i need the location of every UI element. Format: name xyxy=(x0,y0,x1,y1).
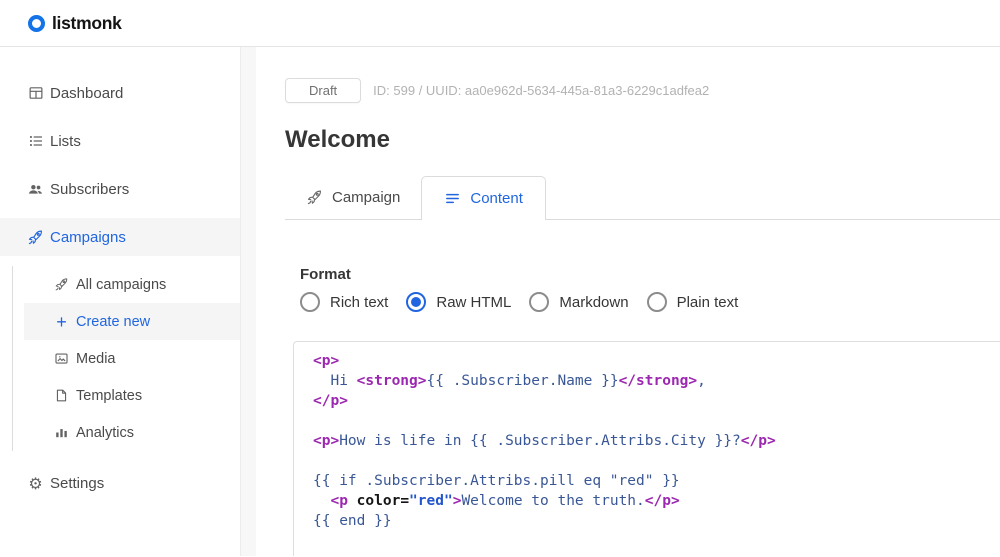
code-line: Hi <strong>{{ .Subscriber.Name }}</stron… xyxy=(313,371,1000,391)
rocket-icon xyxy=(306,189,323,206)
tab-content[interactable]: Content xyxy=(421,176,546,220)
sidebar-item-all-campaigns[interactable]: All campaigns xyxy=(24,266,240,303)
sidebar-item-label: Templates xyxy=(76,388,142,404)
text-icon xyxy=(444,190,461,207)
tab-label: Campaign xyxy=(332,189,400,206)
tab-bar: Campaign Content xyxy=(285,176,1000,220)
code-line: {{ if .Subscriber.Attribs.pill eq "red" … xyxy=(313,471,1000,491)
sidebar-item-label: Campaigns xyxy=(50,229,126,246)
format-block: Format Rich text Raw HTML Markdown xyxy=(293,266,1000,312)
sidebar-item-label: Subscribers xyxy=(50,181,129,198)
sidebar-item-campaigns[interactable]: Campaigns xyxy=(0,218,240,256)
radio-icon xyxy=(647,292,667,312)
code-line: {{ end }} xyxy=(313,511,1000,531)
radio-label: Raw HTML xyxy=(436,294,511,311)
rocket-icon xyxy=(27,229,44,246)
sidebar-item-settings[interactable]: ⚙ Settings xyxy=(0,464,240,502)
campaign-header: Draft ID: 599 / UUID: aa0e962d-5634-445a… xyxy=(285,78,1000,103)
logo-text: listmonk xyxy=(52,13,122,34)
format-radio-plain-text[interactable]: Plain text xyxy=(647,292,739,312)
sidebar-item-label: Create new xyxy=(76,314,150,330)
html-code-editor[interactable]: <p> Hi <strong>{{ .Subscriber.Name }}</s… xyxy=(293,341,1000,556)
code-area: <p> Hi <strong>{{ .Subscriber.Name }}</s… xyxy=(294,342,1000,540)
code-line xyxy=(313,451,1000,471)
content-tab-panel: Format Rich text Raw HTML Markdown xyxy=(293,266,1000,556)
plus-icon: + xyxy=(53,313,70,330)
topbar: listmonk xyxy=(0,0,1000,47)
radio-icon xyxy=(529,292,549,312)
code-line: <p> xyxy=(313,351,1000,371)
campaign-id-uuid: ID: 599 / UUID: aa0e962d-5634-445a-81a3-… xyxy=(373,83,709,98)
sidebar-item-lists[interactable]: Lists xyxy=(0,122,240,160)
image-icon xyxy=(53,350,70,367)
sidebar-item-create-new[interactable]: + Create new xyxy=(24,303,240,340)
format-label: Format xyxy=(300,266,1000,283)
sidebar-item-label: Analytics xyxy=(76,425,134,441)
code-line: </p> xyxy=(313,391,1000,411)
lists-icon xyxy=(27,133,44,150)
sidebar-item-label: Lists xyxy=(50,133,81,150)
main-content: Draft ID: 599 / UUID: aa0e962d-5634-445a… xyxy=(256,47,1000,556)
listmonk-logo-icon xyxy=(28,15,45,32)
subscribers-icon xyxy=(27,181,44,198)
code-line: <p>How is life in {{ .Subscriber.Attribs… xyxy=(313,431,1000,451)
code-line: <p color="red">Welcome to the truth.</p> xyxy=(313,491,1000,511)
gear-icon: ⚙ xyxy=(27,475,44,492)
sidebar-item-label: Settings xyxy=(50,475,104,492)
format-radio-rich-text[interactable]: Rich text xyxy=(300,292,388,312)
format-radio-raw-html[interactable]: Raw HTML xyxy=(406,292,511,312)
radio-label: Markdown xyxy=(559,294,628,311)
page-title: Welcome xyxy=(285,126,1000,154)
listmonk-logo[interactable]: listmonk xyxy=(28,13,122,34)
sidebar-item-subscribers[interactable]: Subscribers xyxy=(0,170,240,208)
dashboard-icon xyxy=(27,85,44,102)
radio-label: Rich text xyxy=(330,294,388,311)
sidebar-item-analytics[interactable]: Analytics xyxy=(24,414,240,451)
rocket-icon xyxy=(53,276,70,293)
file-icon xyxy=(53,387,70,404)
sidebar: Dashboard Lists Subscribers Campaigns xyxy=(0,47,240,556)
format-radio-group: Rich text Raw HTML Markdown Plain text xyxy=(300,292,1000,312)
radio-icon xyxy=(406,292,426,312)
bar-chart-icon xyxy=(53,424,70,441)
tab-campaign[interactable]: Campaign xyxy=(285,176,421,219)
sidebar-item-dashboard[interactable]: Dashboard xyxy=(0,74,240,112)
radio-icon xyxy=(300,292,320,312)
format-radio-markdown[interactable]: Markdown xyxy=(529,292,628,312)
sidebar-item-label: Media xyxy=(76,351,116,367)
sidebar-scrollbar[interactable] xyxy=(240,47,256,556)
code-line xyxy=(313,411,1000,431)
sidebar-item-label: Dashboard xyxy=(50,85,123,102)
sidebar-item-media[interactable]: Media xyxy=(24,340,240,377)
radio-label: Plain text xyxy=(677,294,739,311)
sidebar-item-templates[interactable]: Templates xyxy=(24,377,240,414)
campaigns-submenu: All campaigns + Create new Media Templat… xyxy=(12,266,240,451)
status-badge[interactable]: Draft xyxy=(285,78,361,103)
sidebar-item-label: All campaigns xyxy=(76,277,166,293)
tab-label: Content xyxy=(470,190,523,207)
